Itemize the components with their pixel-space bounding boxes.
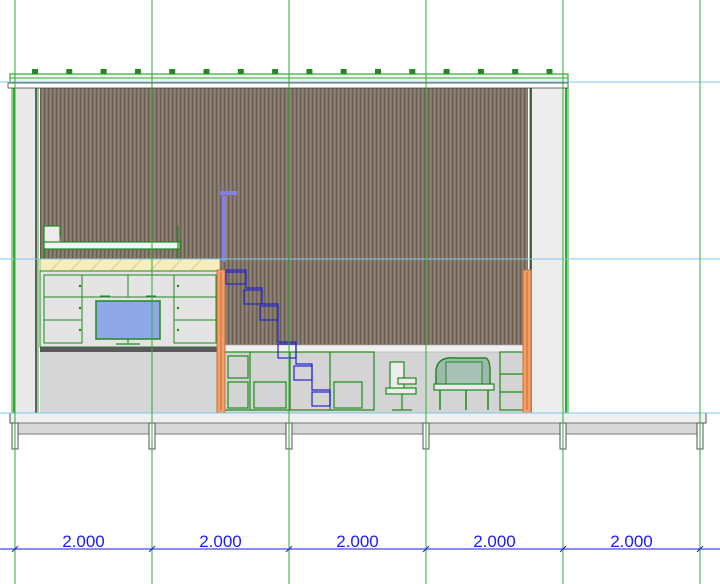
roof <box>7 69 569 89</box>
dimension-label: 2.000 <box>62 532 105 551</box>
tv-screen-icon <box>95 300 161 345</box>
floor-base <box>9 412 707 450</box>
right-wall <box>529 81 569 414</box>
dimension-chain: 2.000 2.000 2.000 2.000 2.000 <box>0 532 720 553</box>
dimension-label: 2.000 <box>199 532 242 551</box>
dimension-label: 2.000 <box>610 532 653 551</box>
left-wall <box>11 79 39 414</box>
section-drawing: 2.000 2.000 2.000 2.000 2.000 <box>0 0 720 584</box>
loft-floor <box>39 258 221 272</box>
timber-post-left <box>216 269 226 414</box>
dimension-label: 2.000 <box>473 532 516 551</box>
timber-post-right <box>522 269 532 414</box>
dimension-label: 2.000 <box>336 532 379 551</box>
media-wall-unit <box>39 270 220 413</box>
